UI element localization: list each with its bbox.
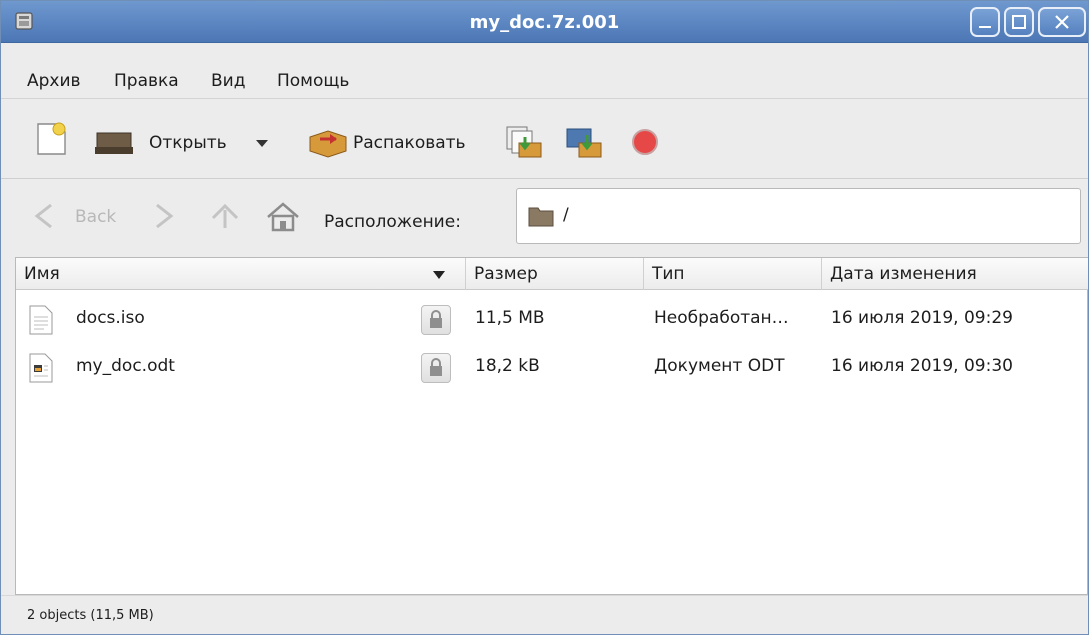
title-bar[interactable]: my_doc.7z.001 <box>1 1 1088 43</box>
maximize-button[interactable] <box>1004 7 1034 37</box>
home-icon[interactable] <box>264 199 302 235</box>
location-input[interactable]: / <box>516 188 1081 244</box>
status-text: 2 objects (11,5 MB) <box>27 608 154 623</box>
menu-bar: Архив Правка Вид Помощь <box>1 43 1088 99</box>
odt-document-icon <box>29 353 53 383</box>
file-type: Документ ODT <box>654 356 785 376</box>
back-button[interactable]: Back <box>75 207 116 227</box>
lock-button[interactable] <box>421 305 451 335</box>
column-name-label: Имя <box>24 264 60 284</box>
menu-view[interactable]: Вид <box>211 71 245 91</box>
column-type[interactable]: Тип <box>644 258 822 290</box>
extract-icon[interactable] <box>306 125 350 159</box>
archive-window: my_doc.7z.001 Архив Правка Вид Помощь От… <box>0 0 1089 635</box>
file-type: Необработан… <box>654 308 789 328</box>
up-icon[interactable] <box>208 198 242 234</box>
menu-archive[interactable]: Архив <box>27 71 81 91</box>
file-size: 18,2 kB <box>475 356 540 376</box>
maximize-icon <box>1012 15 1026 29</box>
folder-icon <box>528 207 554 227</box>
lock-button[interactable] <box>421 353 451 383</box>
file-modified: 16 июля 2019, 09:29 <box>831 308 1013 328</box>
column-modified[interactable]: Дата изменения <box>822 258 1088 290</box>
back-icon[interactable] <box>31 201 57 231</box>
chevron-down-icon[interactable] <box>254 137 270 149</box>
open-button[interactable]: Открыть <box>149 133 227 153</box>
column-size[interactable]: Размер <box>466 258 644 290</box>
list-header: Имя Размер Тип Дата изменения <box>16 258 1088 290</box>
minimize-button[interactable] <box>970 7 1000 37</box>
close-button[interactable] <box>1038 7 1086 37</box>
new-archive-icon[interactable] <box>35 121 69 157</box>
file-list[interactable]: Имя Размер Тип Дата изменения docs.iso 1… <box>15 257 1088 595</box>
file-size: 11,5 MB <box>475 308 545 328</box>
table-row[interactable]: my_doc.odt 18,2 kB Документ ODT 16 июля … <box>16 344 1088 392</box>
window-title: my_doc.7z.001 <box>469 12 620 33</box>
location-path: / <box>563 205 569 225</box>
minimize-icon <box>979 26 991 28</box>
stop-icon[interactable] <box>628 127 662 157</box>
menu-edit[interactable]: Правка <box>114 71 179 91</box>
location-label: Расположение: <box>324 212 461 232</box>
file-name: my_doc.odt <box>76 356 175 376</box>
extract-button[interactable]: Распаковать <box>353 133 466 153</box>
table-row[interactable]: docs.iso 11,5 MB Необработан… 16 июля 20… <box>16 296 1088 344</box>
sort-chevron-down-icon <box>433 271 445 279</box>
forward-icon[interactable] <box>143 201 179 231</box>
text-file-icon <box>29 305 53 335</box>
add-folder-icon[interactable] <box>563 123 605 161</box>
column-name[interactable]: Имя <box>16 258 466 290</box>
toolbar: Открыть Распаковать <box>1 99 1088 179</box>
lock-icon <box>430 310 442 328</box>
open-icon[interactable] <box>93 127 135 157</box>
close-icon <box>1055 15 1069 29</box>
file-modified: 16 июля 2019, 09:30 <box>831 356 1013 376</box>
status-bar: 2 objects (11,5 MB) <box>1 595 1088 635</box>
lock-icon <box>430 358 442 376</box>
add-files-icon[interactable] <box>503 123 545 161</box>
file-name: docs.iso <box>76 308 145 328</box>
menu-help[interactable]: Помощь <box>277 71 349 91</box>
